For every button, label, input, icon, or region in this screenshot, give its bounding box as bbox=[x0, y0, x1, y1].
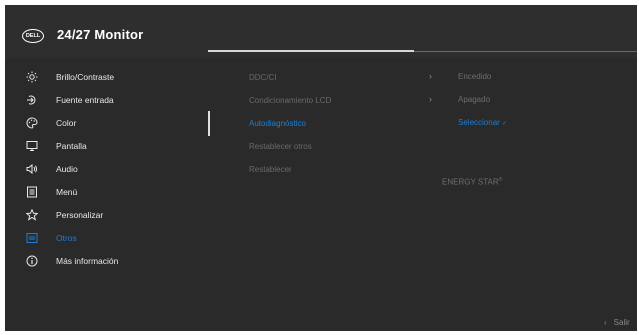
menu-item-menu[interactable]: Menú bbox=[25, 184, 205, 200]
header-divider-highlight bbox=[208, 50, 414, 52]
star-icon bbox=[25, 208, 39, 222]
menu-item-brillo-contraste[interactable]: Brillo/Contraste bbox=[25, 69, 205, 85]
checkmark-icon: ✓ bbox=[502, 121, 508, 127]
color-palette-icon bbox=[25, 116, 39, 130]
energy-star-label: ENERGY STAR® bbox=[442, 177, 502, 187]
dell-logo: DELL bbox=[22, 29, 44, 43]
info-icon bbox=[25, 254, 39, 268]
menu-item-label: Pantalla bbox=[56, 141, 87, 151]
exit-label: Salir bbox=[613, 318, 630, 327]
submenu-item-restablecer[interactable]: Restablecer bbox=[249, 162, 292, 176]
menu-item-label: Otros bbox=[56, 233, 77, 243]
monitor-title: 24/27 Monitor bbox=[57, 27, 144, 42]
energy-star-text: ENERGY STAR bbox=[442, 177, 499, 187]
menu-item-label: Más información bbox=[56, 256, 119, 266]
menu-item-label: Fuente entrada bbox=[56, 95, 114, 105]
menu-item-fuente-entrada[interactable]: Fuente entrada bbox=[25, 92, 205, 108]
menu-item-otros[interactable]: Otros bbox=[25, 230, 205, 246]
submenu-item-autodiagnostico[interactable]: Autodiagnóstico bbox=[249, 116, 306, 130]
menu-item-audio[interactable]: Audio bbox=[25, 161, 205, 177]
menu-item-label: Menú bbox=[56, 187, 78, 197]
monitor-osd: DELL 24/27 Monitor Brillo/Contraste Fuen… bbox=[5, 5, 637, 331]
submenu-item-restablecer-otros[interactable]: Restablecer otros bbox=[249, 139, 312, 153]
menu-item-label: Audio bbox=[56, 164, 78, 174]
menu-item-mas-informacion[interactable]: Más información bbox=[25, 253, 205, 269]
submenu-item-ddc-ci[interactable]: DDC/CI bbox=[249, 70, 277, 84]
chevron-right-icon: › bbox=[429, 71, 432, 81]
menu-item-label: Color bbox=[56, 118, 77, 128]
select-button-label: Seleccionar bbox=[458, 118, 500, 127]
menu-item-personalizar[interactable]: Personalizar bbox=[25, 207, 205, 223]
select-button[interactable]: Seleccionar ✓ bbox=[458, 118, 507, 127]
menu-item-label: Brillo/Contraste bbox=[56, 72, 115, 82]
menu-icon bbox=[25, 185, 39, 199]
chevron-right-icon: › bbox=[429, 94, 432, 104]
input-source-icon bbox=[25, 93, 39, 107]
menu-item-color[interactable]: Color bbox=[25, 115, 205, 131]
menu-item-pantalla[interactable]: Pantalla bbox=[25, 138, 205, 154]
display-icon bbox=[25, 139, 39, 153]
submenu-item-condicionamiento-lcd[interactable]: Condicionamiento LCD bbox=[249, 93, 331, 107]
menu-item-label: Personalizar bbox=[56, 210, 104, 220]
brightness-icon bbox=[25, 70, 39, 84]
lcd-conditioning-value: Apagado bbox=[458, 95, 491, 104]
registered-mark: ® bbox=[498, 177, 503, 183]
ddc-ci-value: Encedido bbox=[458, 72, 492, 81]
others-icon bbox=[25, 231, 39, 245]
chevron-left-icon: ‹ bbox=[604, 318, 607, 327]
selection-indicator bbox=[208, 111, 210, 136]
speaker-icon bbox=[25, 162, 39, 176]
exit-button[interactable]: ‹ Salir bbox=[604, 318, 630, 327]
